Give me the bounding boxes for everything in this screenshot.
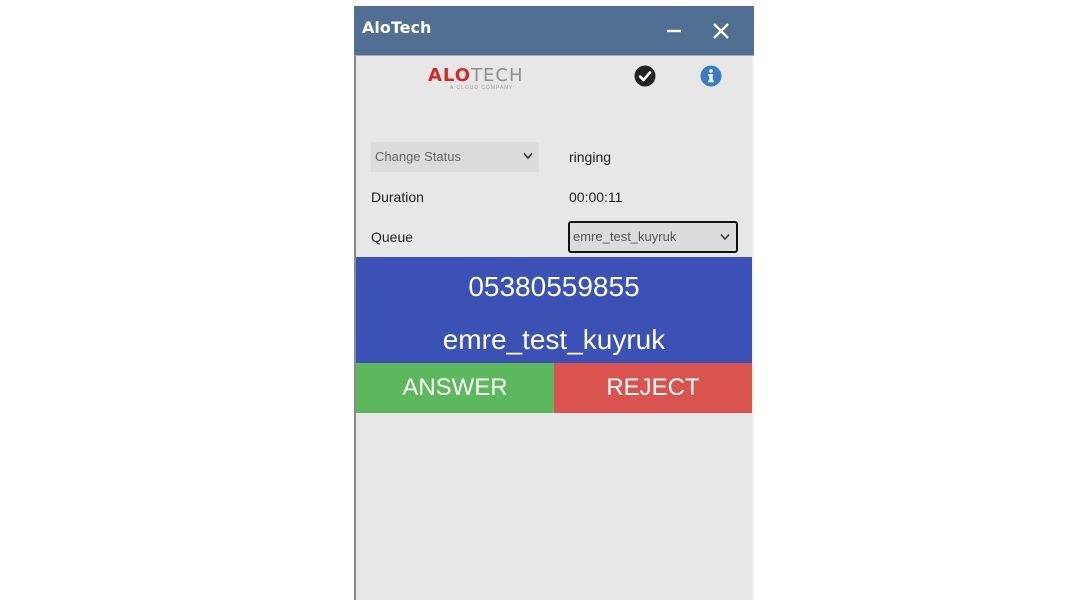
duration-label: Duration — [371, 189, 424, 205]
close-icon — [713, 23, 729, 39]
status-check-button[interactable] — [634, 65, 656, 87]
queue-select-value: emre_test_kuyruk — [573, 229, 677, 244]
answer-button[interactable]: ANSWER — [356, 363, 554, 413]
status-row: Change Status ringing — [356, 142, 752, 172]
info-button[interactable] — [700, 65, 722, 87]
app-header: ALOTECH A CLOUD COMPANY — [356, 56, 752, 116]
caller-queue: emre_test_kuyruk — [442, 324, 666, 355]
title-bar[interactable]: AloTech — [354, 6, 754, 56]
queue-label: Queue — [371, 229, 414, 245]
chevron-down-icon — [720, 233, 730, 241]
logo-part1: ALO — [428, 65, 472, 86]
logo-part2: TECH — [471, 65, 524, 86]
caller-number: 05380559855 — [468, 271, 640, 302]
reject-button[interactable]: REJECT — [554, 363, 752, 413]
queue-row: Queue emre_test_kuyruk — [356, 221, 752, 253]
minimize-icon — [667, 29, 681, 33]
logo-tagline: A CLOUD COMPANY — [450, 85, 514, 91]
chevron-down-icon — [523, 152, 533, 160]
change-status-select[interactable]: Change Status — [371, 142, 539, 172]
duration-row: Duration 00:00:11 — [356, 182, 752, 212]
incoming-call-panel: 05380559855 emre_test_kuyruk — [356, 257, 752, 363]
alotech-logo: ALOTECH A CLOUD COMPANY — [428, 65, 550, 91]
duration-value: 00:00:11 — [569, 189, 623, 205]
info-circle-icon — [700, 65, 722, 87]
status-value: ringing — [569, 149, 612, 165]
close-button[interactable] — [706, 16, 736, 46]
minimize-button[interactable] — [659, 16, 689, 46]
check-circle-icon — [634, 65, 656, 87]
queue-select[interactable]: emre_test_kuyruk — [568, 221, 738, 253]
window-title: AloTech — [362, 18, 432, 37]
change-status-select-value: Change Status — [375, 149, 462, 164]
softphone-window: AloTech ALOTECH A CLOUD COMPANY Change S… — [354, 6, 754, 600]
